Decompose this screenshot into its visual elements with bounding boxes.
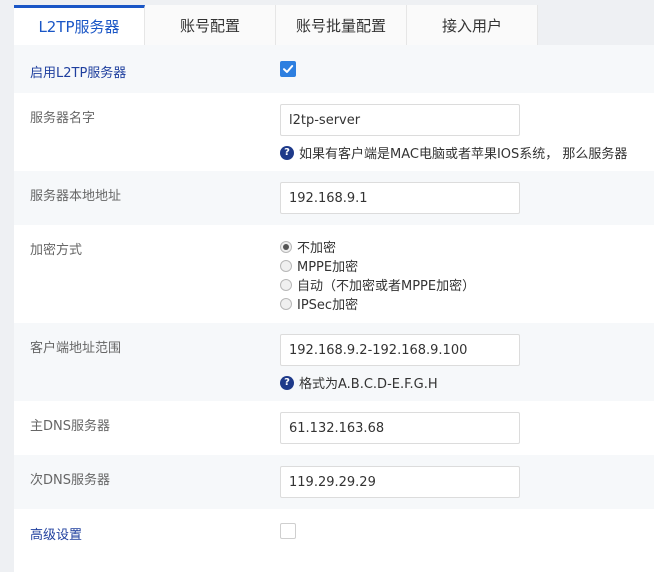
tab-bar: L2TP服务器 账号配置 账号批量配置 接入用户 [14, 5, 538, 45]
primary-dns-input[interactable] [280, 412, 520, 444]
encryption-option-none[interactable]: 不加密 [280, 237, 475, 256]
encryption-option-auto[interactable]: 自动（不加密或者MPPE加密） [280, 275, 475, 294]
check-icon [283, 65, 294, 73]
encryption-option-ipsec[interactable]: IPSec加密 [280, 294, 475, 313]
encryption-label: 加密方式 [30, 243, 83, 258]
settings-panel: 启用L2TP服务器 服务器名字 ? 如果有客户端是MAC电脑或者苹果IOS系统，… [14, 45, 654, 572]
encryption-option-mppe[interactable]: MPPE加密 [280, 256, 475, 275]
radio-button[interactable] [280, 278, 292, 291]
advanced-checkbox[interactable] [280, 523, 296, 539]
server-name-input[interactable] [280, 104, 520, 136]
client-range-hint-text: 格式为A.B.C.D-E.F.G.H [299, 377, 438, 392]
encryption-radio-group: 不加密 MPPE加密 自动（不加密或者MPPE加密） IPSec加密 [280, 237, 475, 313]
tab-account-config[interactable]: 账号配置 [145, 5, 276, 45]
help-icon: ? [280, 375, 294, 390]
tab-connected-users[interactable]: 接入用户 [407, 5, 538, 45]
radio-label: IPSec加密 [297, 298, 359, 313]
server-name-hint: ? 如果有客户端是MAC电脑或者苹果IOS系统， 那么服务器 [280, 143, 627, 162]
secondary-dns-input[interactable] [280, 466, 520, 498]
row-local-address: 服务器本地地址 [14, 171, 654, 225]
radio-button[interactable] [280, 297, 292, 310]
radio-label: MPPE加密 [297, 260, 359, 275]
tab-l2tp-server[interactable]: L2TP服务器 [14, 5, 145, 45]
advanced-label: 高级设置 [30, 528, 83, 543]
tab-batch-account-config[interactable]: 账号批量配置 [276, 5, 407, 45]
radio-button[interactable] [280, 240, 292, 253]
radio-label: 不加密 [297, 241, 337, 256]
server-name-label: 服务器名字 [30, 111, 96, 126]
row-primary-dns: 主DNS服务器 [14, 401, 654, 455]
local-address-label: 服务器本地地址 [30, 189, 122, 204]
secondary-dns-label: 次DNS服务器 [30, 473, 110, 488]
radio-button[interactable] [280, 259, 292, 272]
primary-dns-label: 主DNS服务器 [30, 419, 110, 434]
client-range-hint: ? 格式为A.B.C.D-E.F.G.H [280, 373, 438, 392]
client-range-input[interactable] [280, 334, 520, 366]
radio-label: 自动（不加密或者MPPE加密） [297, 279, 476, 294]
server-name-hint-text: 如果有客户端是MAC电脑或者苹果IOS系统， 那么服务器 [299, 147, 628, 162]
client-range-label: 客户端地址范围 [30, 341, 122, 356]
row-server-name: 服务器名字 ? 如果有客户端是MAC电脑或者苹果IOS系统， 那么服务器 [14, 93, 654, 171]
enable-label: 启用L2TP服务器 [30, 66, 127, 81]
row-enable: 启用L2TP服务器 [14, 45, 654, 93]
row-client-range: 客户端地址范围 ? 格式为A.B.C.D-E.F.G.H [14, 323, 654, 401]
row-encryption: 加密方式 不加密 MPPE加密 自动（不加密或者MPPE加密） IPSec加密 [14, 225, 654, 323]
row-advanced: 高级设置 [14, 509, 654, 572]
row-secondary-dns: 次DNS服务器 [14, 455, 654, 509]
help-icon: ? [280, 145, 294, 160]
enable-checkbox[interactable] [280, 61, 296, 77]
local-address-input[interactable] [280, 182, 520, 214]
